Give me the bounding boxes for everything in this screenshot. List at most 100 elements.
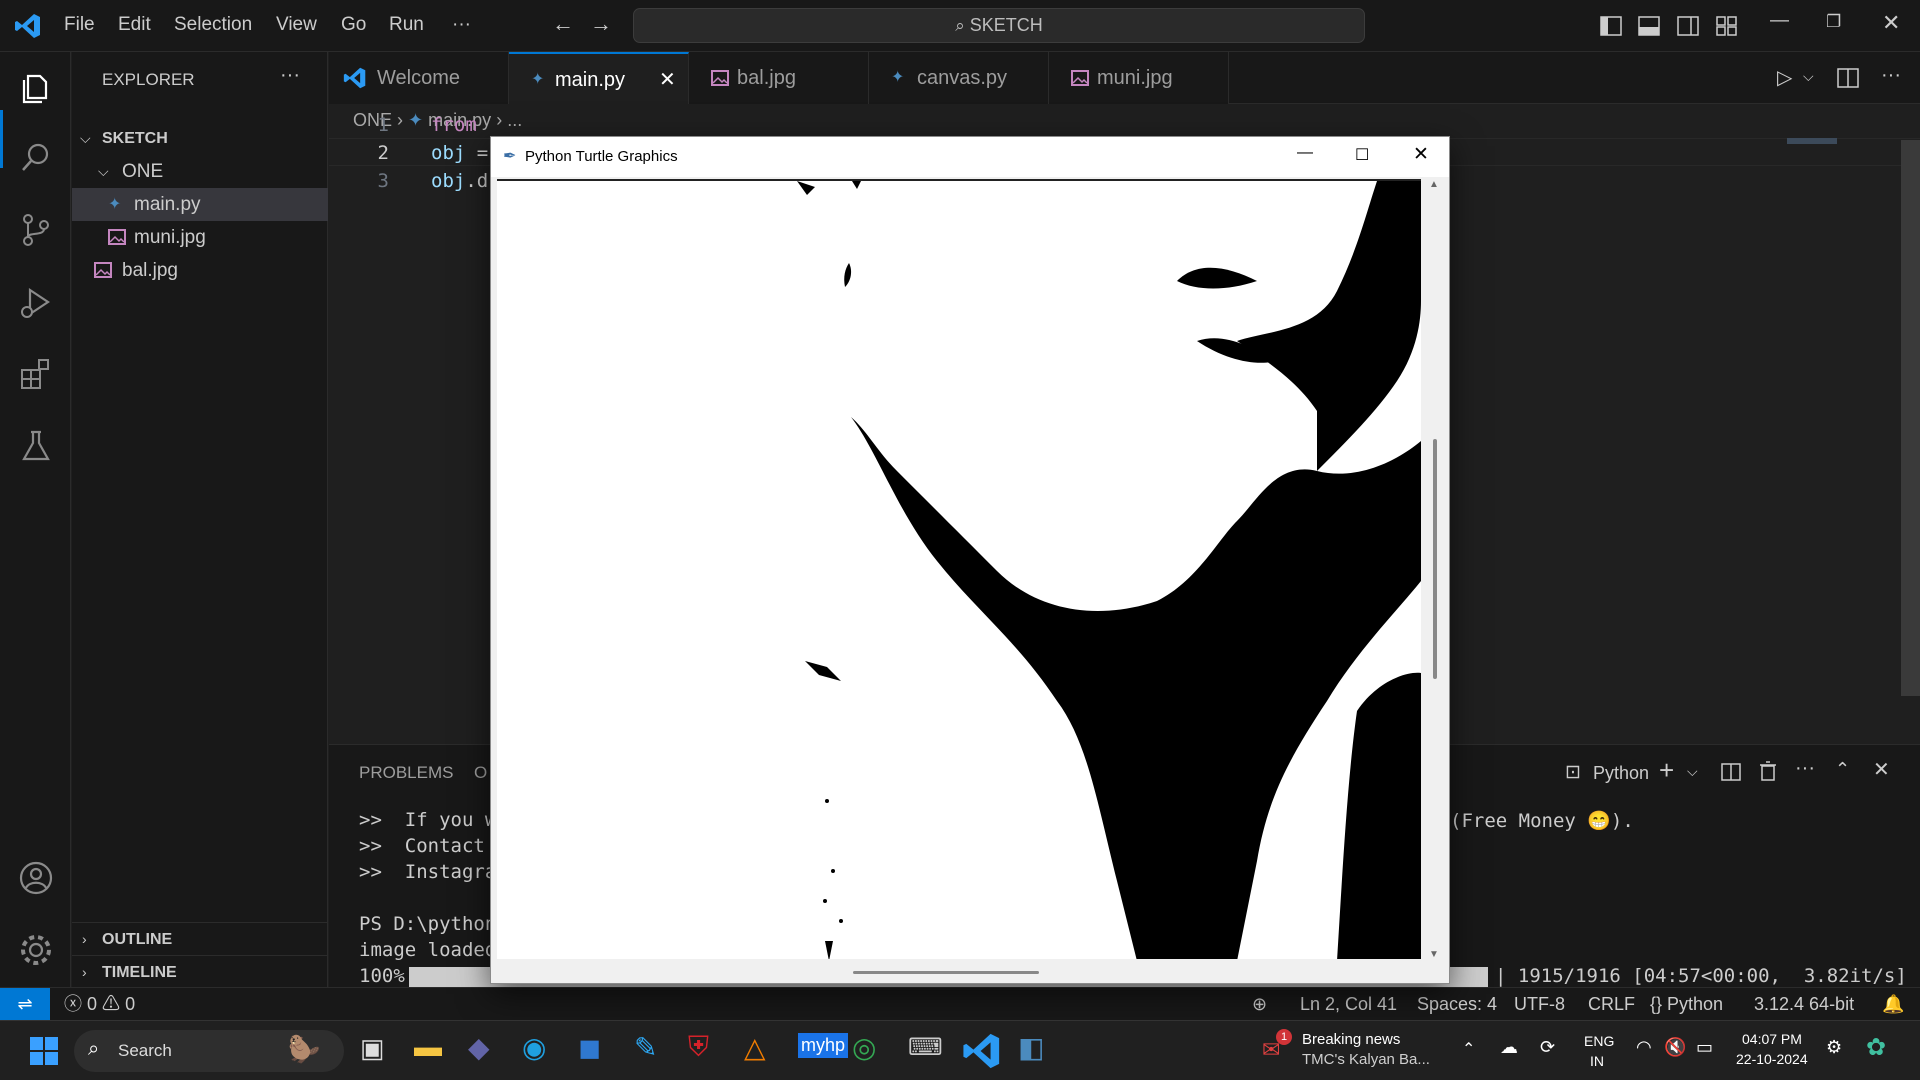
line-ending[interactable]: CRLF (1588, 988, 1635, 1020)
taskbar-search-box[interactable]: ⌕ Search 🦫 (74, 1030, 344, 1072)
get-help-icon[interactable]: ✎ (634, 1031, 657, 1064)
show-hidden-icons-chevron[interactable]: ⌃ (1462, 1039, 1475, 1059)
explorer-icon[interactable] (16, 68, 56, 108)
close-window-icon[interactable]: ✕ (1413, 143, 1429, 166)
turtle-canvas[interactable] (497, 179, 1421, 959)
close-window-icon[interactable]: ✕ (1882, 10, 1900, 36)
scrollbar-thumb[interactable] (853, 971, 1039, 974)
tab-problems[interactable]: PROBLEMS (359, 763, 453, 783)
tab-output[interactable]: O (474, 763, 487, 783)
terminal-name[interactable]: Python (1593, 763, 1649, 784)
explorer-more-icon[interactable]: ··· (280, 64, 300, 87)
timeline-section[interactable]: › TIMELINE (72, 955, 328, 988)
notifications-icon[interactable]: ⚙ (1826, 1037, 1842, 1058)
breadcrumb-symbol[interactable]: ... (507, 110, 522, 130)
tab-muni-jpg[interactable]: muni.jpg (1049, 52, 1229, 104)
problems-status[interactable]: ⓧ 0 ⚠ 0 (64, 988, 135, 1020)
encoding[interactable]: UTF-8 (1514, 988, 1565, 1020)
scrollbar-thumb[interactable] (1433, 439, 1437, 679)
maximize-panel-icon[interactable]: ⌃ (1835, 759, 1850, 780)
battery-icon[interactable]: ▭ (1696, 1037, 1713, 1058)
volume-muted-icon[interactable]: 🔇 (1664, 1037, 1686, 1058)
horizontal-scrollbar[interactable] (497, 963, 1421, 981)
menu-selection[interactable]: Selection (174, 14, 252, 36)
tab-canvas-py[interactable]: ✦ canvas.py (869, 52, 1049, 104)
toggle-secondary-sidebar-icon[interactable] (1677, 16, 1699, 36)
customize-layout-icon[interactable] (1716, 16, 1738, 36)
edge-browser-icon[interactable]: ◉ (522, 1031, 546, 1064)
cursor-position[interactable]: Ln 2, Col 41 (1300, 988, 1397, 1020)
run-debug-icon[interactable] (16, 282, 56, 322)
teams-icon[interactable]: ◆ (468, 1031, 490, 1064)
mcafee-icon[interactable]: ⛨ (688, 1031, 709, 1064)
python-taskbar-icon[interactable]: ◧ (1018, 1031, 1044, 1064)
scroll-down-icon[interactable]: ▼ (1429, 949, 1439, 960)
chevron-down-icon[interactable]: ⌵ (1687, 763, 1698, 780)
chevron-down-icon[interactable]: ⌵ (1803, 68, 1814, 85)
menu-edit[interactable]: Edit (118, 14, 151, 36)
chrome-icon[interactable]: ◎ (852, 1031, 876, 1064)
toggle-panel-icon[interactable] (1638, 16, 1660, 36)
menu-run[interactable]: Run (389, 14, 424, 36)
turtle-graphics-window[interactable]: ✒ Python Turtle Graphics — ☐ ✕ ▲ ▼ (490, 136, 1450, 984)
language-line-1[interactable]: ENG (1584, 1033, 1614, 1049)
clock-date[interactable]: 22-10-2024 (1736, 1051, 1808, 1067)
windows-start-icon[interactable] (24, 1031, 64, 1071)
folder-one[interactable]: ⌵ ONE (72, 155, 328, 188)
wifi-icon[interactable]: ◠ (1636, 1037, 1652, 1058)
outline-section[interactable]: › OUTLINE (72, 922, 328, 955)
trash-icon[interactable] (1759, 761, 1777, 781)
extensions-icon[interactable] (16, 354, 56, 394)
close-tab-icon[interactable]: ✕ (659, 54, 676, 106)
menu-view[interactable]: View (276, 14, 317, 36)
menu-go[interactable]: Go (341, 14, 366, 36)
file-explorer-icon[interactable]: ▬ (414, 1031, 442, 1063)
minimap[interactable] (1787, 138, 1837, 144)
panel-more-icon[interactable]: ··· (1795, 757, 1815, 780)
sync-icon[interactable]: ⟳ (1540, 1037, 1555, 1058)
run-python-file-icon[interactable]: ▷ (1777, 65, 1792, 90)
minimize-window-icon[interactable]: — (1770, 10, 1789, 32)
file-item-main-py[interactable]: ✦ main.py (72, 188, 328, 221)
close-panel-icon[interactable]: ✕ (1873, 757, 1890, 782)
file-item-muni-jpg[interactable]: muni.jpg (72, 221, 328, 254)
vscode-taskbar-icon[interactable] (962, 1031, 1002, 1071)
split-editor-icon[interactable] (1837, 68, 1859, 88)
zoom-icon[interactable]: ⊕ (1252, 988, 1267, 1020)
scroll-up-icon[interactable]: ▲ (1429, 179, 1439, 190)
vlc-icon[interactable]: △ (744, 1031, 766, 1064)
onedrive-icon[interactable]: ☁ (1500, 1037, 1518, 1058)
manage-gear-icon[interactable] (16, 930, 56, 970)
menu-file[interactable]: File (64, 14, 95, 36)
news-widget[interactable]: ✉ 1 Breaking news TMC's Kalyan Ba... (1262, 1029, 1462, 1073)
editor-scrollbar[interactable] (1901, 140, 1920, 696)
terminal-app-icon[interactable]: ⌨ (908, 1033, 943, 1062)
file-item-bal-jpg[interactable]: bal.jpg (72, 254, 328, 287)
tab-main-py[interactable]: ✦ main.py ✕ (509, 52, 689, 104)
language-mode[interactable]: {} Python (1650, 988, 1723, 1020)
vertical-scrollbar[interactable]: ▲ ▼ (1425, 179, 1445, 963)
tab-bal-jpg[interactable]: bal.jpg (689, 52, 869, 104)
new-terminal-plus-icon[interactable]: + (1659, 755, 1674, 786)
minimize-window-icon[interactable]: — (1297, 144, 1313, 162)
workspace-root[interactable]: ⌵ SKETCH (72, 122, 328, 155)
tab-welcome[interactable]: Welcome (329, 52, 509, 104)
notifications-bell-icon[interactable]: 🔔 (1882, 988, 1904, 1020)
source-control-icon[interactable] (16, 210, 56, 250)
task-view-icon[interactable]: ▣ (360, 1033, 385, 1064)
maximize-window-icon[interactable]: ☐ (1355, 145, 1369, 165)
copilot-icon[interactable]: ✿ (1866, 1033, 1886, 1062)
menu-more-icon[interactable]: ··· (452, 14, 471, 36)
accounts-icon[interactable] (16, 858, 56, 898)
search-icon[interactable] (16, 138, 56, 178)
editor-more-icon[interactable]: ··· (1881, 64, 1901, 87)
back-arrow-icon[interactable]: ← (552, 11, 574, 37)
testing-flask-icon[interactable] (16, 426, 56, 466)
indentation[interactable]: Spaces: 4 (1417, 988, 1497, 1020)
remote-indicator-icon[interactable]: ⇌ (0, 988, 50, 1020)
myhp-icon[interactable]: myhp (798, 1033, 849, 1058)
forward-arrow-icon[interactable]: → (590, 11, 612, 37)
split-terminal-icon[interactable] (1721, 763, 1741, 781)
clock-time[interactable]: 04:07 PM (1742, 1031, 1802, 1047)
restore-window-icon[interactable]: ❐ (1826, 12, 1841, 32)
